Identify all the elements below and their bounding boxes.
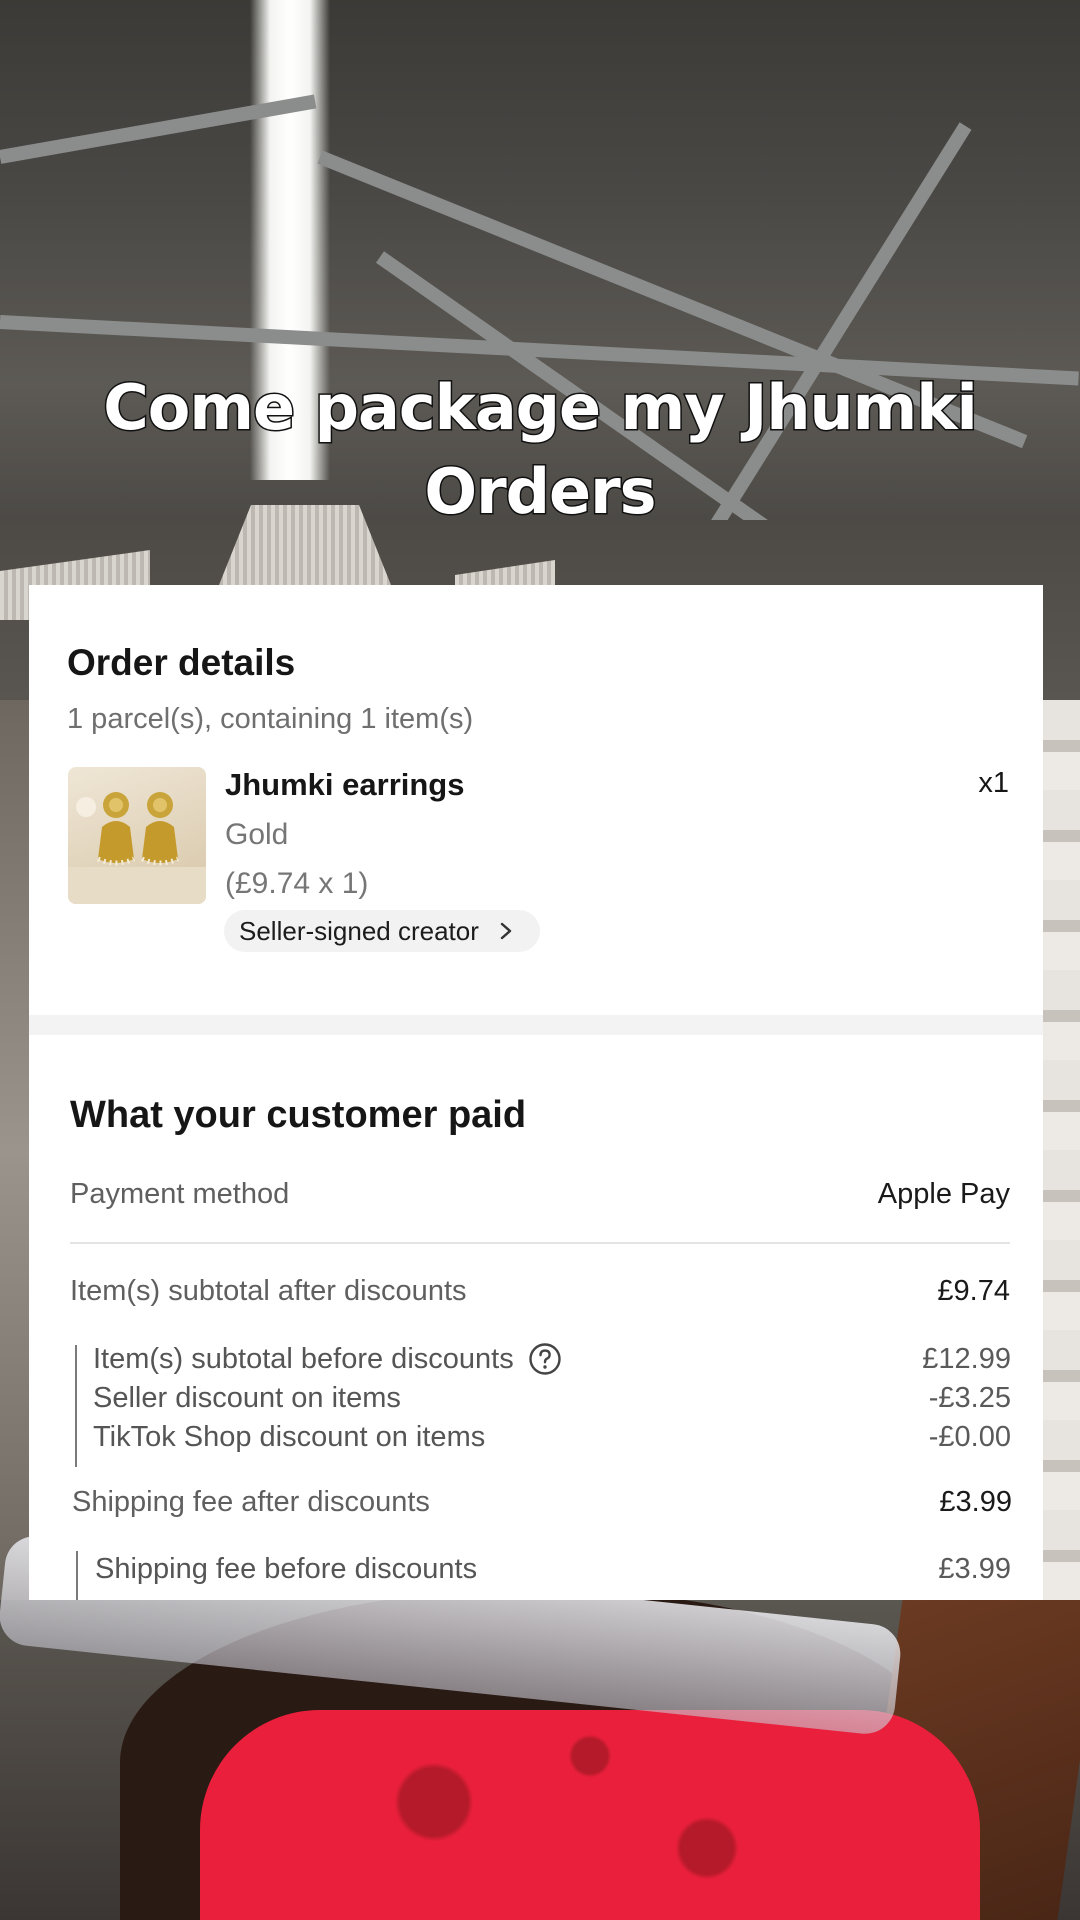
breakdown-rule	[75, 1345, 77, 1467]
stock-shelf	[0, 700, 32, 1600]
payment-method-value: Apple Pay	[877, 1178, 1010, 1210]
items-subtotal-before-value: £12.99	[922, 1342, 1011, 1375]
earrings-image-icon	[68, 792, 206, 904]
chevron-right-icon	[500, 922, 512, 940]
section-divider	[29, 1015, 1043, 1035]
caption-line-1: Come package my Jhumki	[102, 370, 979, 446]
parcel-summary: 1 parcel(s), containing 1 item(s)	[67, 703, 474, 735]
tiktok-discount-row: TikTok Shop discount on items -£0.00	[93, 1421, 1011, 1454]
shipping-before-label: Shipping fee before discounts	[95, 1553, 478, 1585]
shipping-before-row: Shipping fee before discounts £3.99	[95, 1553, 1011, 1586]
video-caption: Come package my Jhumki Orders	[70, 366, 1010, 534]
product-name[interactable]: Jhumki earrings	[225, 767, 464, 803]
shipping-after-row: Shipping fee after discounts £3.99	[72, 1486, 1012, 1519]
tiktok-discount-value: -£0.00	[928, 1421, 1011, 1453]
items-subtotal-before-label: Item(s) subtotal before discounts	[93, 1342, 514, 1375]
shipping-breakdown-rule	[76, 1551, 78, 1600]
stock-shelf	[1040, 700, 1080, 1750]
customer-paid-title: What your customer paid	[70, 1094, 527, 1136]
seller-discount-value: -£3.25	[928, 1382, 1011, 1414]
seller-signed-creator-chip[interactable]: Seller-signed creator	[224, 910, 540, 952]
payment-method-label: Payment method	[70, 1178, 290, 1210]
seller-discount-row: Seller discount on items -£3.25	[93, 1382, 1011, 1415]
product-quantity: x1	[978, 767, 1009, 799]
help-circle-icon[interactable]	[528, 1342, 562, 1376]
product-unit-price: (£9.74 x 1)	[225, 867, 369, 900]
person-red-top	[200, 1710, 980, 1920]
items-subtotal-after-row: Item(s) subtotal after discounts £9.74	[70, 1275, 1010, 1308]
payment-method-row: Payment method Apple Pay	[70, 1178, 1010, 1211]
seller-discount-label: Seller discount on items	[93, 1382, 401, 1414]
items-subtotal-after-label: Item(s) subtotal after discounts	[70, 1275, 467, 1307]
payment-divider	[70, 1242, 1010, 1244]
chip-label: Seller-signed creator	[239, 915, 479, 946]
shipping-after-value: £3.99	[939, 1486, 1012, 1518]
shipping-after-label: Shipping fee after discounts	[72, 1486, 430, 1518]
tiktok-discount-label: TikTok Shop discount on items	[93, 1421, 486, 1453]
order-details-title: Order details	[67, 642, 296, 683]
items-subtotal-before-row: Item(s) subtotal before discounts £12.99	[93, 1342, 1011, 1376]
shipping-before-value: £3.99	[938, 1553, 1011, 1585]
order-details-card: Order details 1 parcel(s), containing 1 …	[29, 585, 1043, 1600]
caption-line-2: Orders	[423, 454, 658, 530]
jhumki-earrings-photo[interactable]	[68, 767, 206, 904]
product-variant: Gold	[225, 818, 289, 851]
items-subtotal-after-value: £9.74	[937, 1275, 1010, 1307]
